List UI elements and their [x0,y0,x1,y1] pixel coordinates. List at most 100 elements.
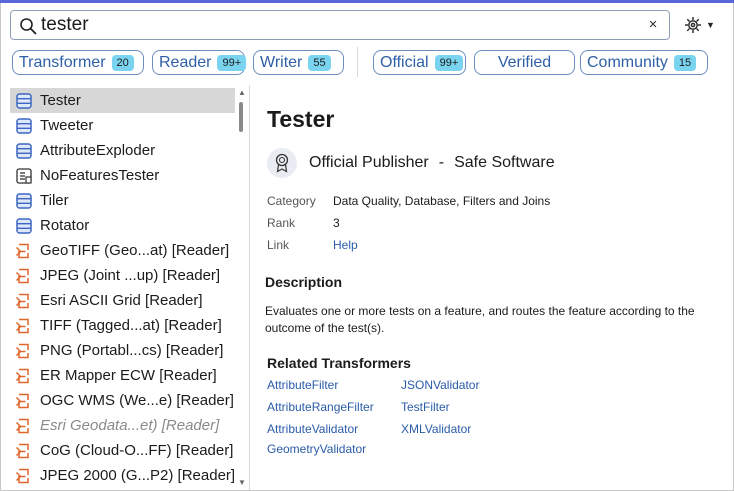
list-item-label: PNG (Portabl...cs) [Reader] [40,342,224,359]
list-item[interactable]: Tiler [10,188,235,213]
list-item[interactable]: JPEG (Joint ...up) [Reader] [10,263,235,288]
list-item-label: AttributeExploder [40,142,156,159]
related-link[interactable]: AttributeValidator [267,422,358,436]
filter-chip-community[interactable]: Community 15 [580,50,708,75]
list-item-label: Rotator [40,217,90,234]
publisher-type: Official Publisher [309,154,429,171]
chip-label: Community [587,53,668,71]
list-item[interactable]: GeoTIFF (Geo...at) [Reader] [10,238,235,263]
description-text: Evaluates one or more tests on a feature… [265,304,695,335]
list-item[interactable]: Esri Geodata...et) [Reader] [10,413,235,438]
list-item[interactable]: TIFF (Tagged...at) [Reader] [10,313,235,338]
list-item[interactable]: OGC WMS (We...e) [Reader] [10,388,235,413]
related-link[interactable]: AttributeRangeFilter [267,400,374,414]
filter-chip-transformer[interactable]: Transformer 20 [12,50,144,75]
related-link[interactable]: XMLValidator [401,422,471,436]
reader-icon [15,243,29,258]
related-link[interactable]: TestFilter [401,400,450,414]
list-item-label: Esri ASCII Grid [Reader] [40,292,203,309]
reader-icon [15,368,29,383]
chip-divider [357,47,358,77]
reader-icon [15,443,29,458]
meta-key: Link [267,238,290,252]
transformer-icon [16,142,32,159]
chip-label: Official [380,53,429,71]
chip-label: Reader [159,53,212,71]
list-item[interactable]: NoFeaturesTester [10,163,235,188]
scrollbar-thumb[interactable] [239,102,243,132]
transformer-icon [16,92,32,109]
reader-icon [15,468,29,483]
search-input[interactable] [41,14,641,36]
close-icon[interactable]: × [645,16,661,34]
publisher-name: Safe Software [454,154,555,171]
count-badge: 55 [308,54,331,71]
transformer-icon [16,117,32,134]
scroll-down-arrow-icon[interactable]: ▼ [238,478,246,487]
list-item[interactable]: Esri ASCII Grid [Reader] [10,288,235,313]
list-item[interactable]: Tester [10,88,235,113]
transformer-icon [16,192,32,209]
scroll-up-arrow-icon[interactable]: ▲ [238,88,246,97]
count-badge: 20 [111,54,134,71]
list-item-label: OGC WMS (We...e) [Reader] [40,392,234,409]
list-item[interactable]: PNG (Portabl...cs) [Reader] [10,338,235,363]
description-heading: Description [265,274,343,290]
reader-icon [15,318,29,333]
chip-label: Transformer [19,53,106,71]
publisher-separator: - [438,154,445,171]
related-link[interactable]: GeometryValidator [267,442,366,456]
transformer-icon [16,167,32,184]
list-item[interactable]: CoG (Cloud-O...FF) [Reader] [10,438,235,463]
transformer-icon [16,217,32,234]
list-item[interactable]: Rotator [10,213,235,238]
results-scrollbar[interactable]: ▲ ▼ [236,86,248,490]
list-item-label: JPEG (Joint ...up) [Reader] [40,267,221,284]
meta-key: Category [267,194,316,208]
search-box[interactable]: × [10,10,670,40]
detail-title: Tester [267,106,335,132]
filter-chip-verified[interactable]: Verified [474,50,575,75]
settings-menu-button[interactable]: ▼ [684,13,724,37]
meta-value: Data Quality, Database, Filters and Join… [333,194,551,208]
filter-chip-writer[interactable]: Writer 55 [253,50,344,75]
search-icon [20,18,37,35]
list-item[interactable]: AttributeExploder [10,138,235,163]
list-item-label: CoG (Cloud-O...FF) [Reader] [40,442,234,459]
list-item-label: Tweeter [40,117,94,134]
chip-label: Writer [260,53,303,71]
filter-chip-reader[interactable]: Reader 99+ [152,50,247,75]
list-item[interactable]: ER Mapper ECW [Reader] [10,363,235,388]
related-heading: Related Transformers [267,355,411,371]
filter-chip-official[interactable]: Official 99+ [373,50,466,75]
reader-icon [15,293,29,308]
list-item-label: NoFeaturesTester [40,167,160,184]
count-badge: 15 [673,54,697,71]
list-item-label: TIFF (Tagged...at) [Reader] [40,317,222,334]
related-link[interactable]: AttributeFilter [267,378,338,392]
reader-icon [15,418,29,433]
list-item[interactable]: Tweeter [10,113,235,138]
gear-icon [685,17,701,33]
meta-key: Rank [267,216,296,230]
publisher-row: Official Publisher - Safe Software [267,148,555,178]
detail-panel: Tester Official Publisher - Safe Softwar… [252,86,730,486]
help-link[interactable]: Help [333,238,358,252]
list-item-label: JPEG 2000 (G...P2) [Reader] [40,467,236,484]
list-item-label: Tester [40,92,81,109]
list-item-label: ER Mapper ECW [Reader] [40,367,217,384]
chip-label: Verified [497,53,552,71]
reader-icon [15,343,29,358]
results-pane: Tester Tweeter AttributeExploder NoFeatures… [5,86,250,490]
meta-value: 3 [333,216,340,230]
award-ribbon-icon [267,148,297,178]
list-item-label: Esri Geodata...et) [Reader] [40,417,220,434]
list-item-label: GeoTIFF (Geo...at) [Reader] [40,242,230,259]
chevron-down-icon: ▼ [706,20,715,30]
reader-icon [15,268,29,283]
related-link[interactable]: JSONValidator [401,378,479,392]
list-item[interactable]: JPEG 2000 (G...P2) [Reader] [10,463,235,488]
list-item-label: Tiler [40,192,69,209]
count-badge: 99+ [217,54,247,71]
count-badge: 99+ [434,54,464,71]
